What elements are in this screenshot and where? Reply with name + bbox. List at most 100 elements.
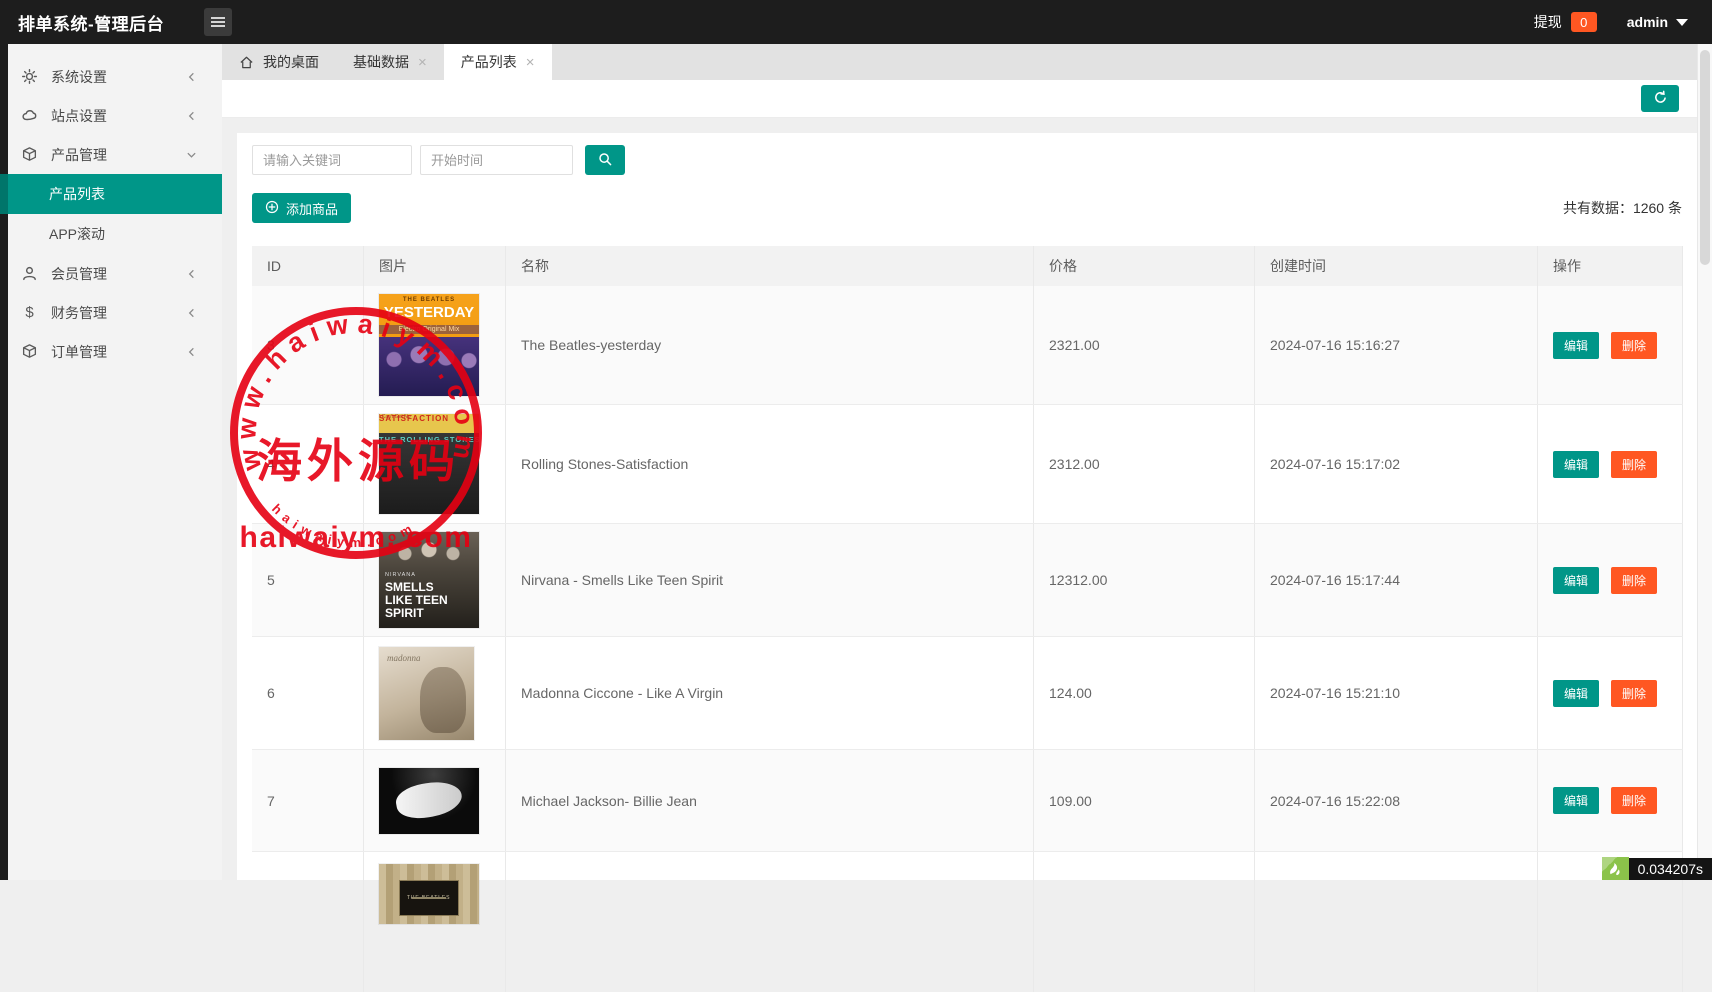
cell-name: Nirvana - Smells Like Teen Spirit	[506, 524, 1034, 636]
user-menu[interactable]: admin	[1627, 14, 1688, 30]
close-icon[interactable]: ×	[526, 55, 535, 70]
cell-image	[364, 750, 506, 851]
table-row: 7 Michael Jackson- Billie Jean 109.00 20…	[252, 750, 1683, 852]
cell-id	[252, 852, 364, 992]
sidebar-item-member-management[interactable]: 会员管理	[0, 254, 222, 293]
sidebar-item-label: APP滚动	[49, 226, 106, 242]
product-image: THE BEATLES YESTERDAY Electro Original M…	[379, 294, 479, 396]
refresh-button[interactable]	[1641, 85, 1679, 112]
search-row	[252, 145, 1682, 175]
cell-created: 2024-07-16 15:21:10	[1255, 637, 1538, 749]
leaf-flame-icon	[1601, 857, 1629, 880]
sidebar-item-site-settings[interactable]: 站点设置	[0, 96, 222, 135]
cell-price: 12312.00	[1034, 524, 1255, 636]
search-button[interactable]	[585, 145, 625, 175]
delete-button[interactable]: 删除	[1611, 679, 1658, 707]
product-list-panel: 添加商品 共有数据：1260 条 ID 图片 名称 价格 创建时间 操作 3 T…	[237, 133, 1697, 992]
sidebar-item-label: 系统设置	[51, 68, 107, 85]
tab-product-list[interactable]: 产品列表 ×	[443, 44, 552, 80]
scrollbar-track[interactable]	[1697, 44, 1712, 880]
edit-button[interactable]: 编辑	[1553, 787, 1600, 814]
cell-id: 6	[252, 637, 364, 749]
tab-basic-data[interactable]: 基础数据 ×	[336, 44, 444, 80]
tab-my-desktop[interactable]: 我的桌面	[222, 44, 336, 80]
tab-label: 我的桌面	[263, 54, 319, 70]
chevron-left-icon	[186, 110, 197, 121]
column-header: ID	[252, 246, 364, 286]
cell-created: 2024-07-16 15:17:02	[1255, 405, 1538, 523]
table-row: 3 THE BEATLES YESTERDAY Electro Original…	[252, 286, 1683, 405]
sidebar-toggle-button[interactable]	[204, 8, 232, 36]
delete-button[interactable]: 删除	[1611, 450, 1658, 478]
breadcrumb-toolbar	[222, 80, 1698, 118]
delete-button[interactable]: 删除	[1611, 787, 1658, 814]
edit-button[interactable]: 编辑	[1553, 679, 1600, 707]
cloud-icon	[21, 107, 38, 124]
scrollbar-thumb[interactable]	[1700, 50, 1710, 265]
cell-actions: 编辑 删除	[1538, 750, 1683, 851]
withdraw-menu[interactable]: 提现 0	[1534, 12, 1597, 32]
cell-price: 2312.00	[1034, 405, 1255, 523]
product-image: madonna	[379, 646, 474, 740]
column-header: 价格	[1034, 246, 1255, 286]
column-header: 创建时间	[1255, 246, 1538, 286]
tab-label: 基础数据	[353, 54, 409, 70]
elapsed-time: 0.034207s	[1628, 858, 1712, 880]
sidebar-item-system-settings[interactable]: 系统设置	[0, 57, 222, 96]
withdraw-count-badge: 0	[1570, 12, 1597, 32]
sidebar-item-label: 会员管理	[51, 265, 107, 282]
chevron-down-icon	[186, 149, 197, 160]
cell-name	[506, 852, 1034, 992]
sidebar-item-label: 财务管理	[51, 304, 107, 321]
edit-button[interactable]: 编辑	[1553, 450, 1600, 478]
column-header: 名称	[506, 246, 1034, 286]
hamburger-icon	[211, 15, 225, 29]
cell-price	[1034, 852, 1255, 992]
sidebar-item-label: 订单管理	[51, 343, 107, 360]
tab-label: 产品列表	[460, 54, 517, 70]
product-image: NIRVANA SMELLS LIKE TEEN SPIRIT	[379, 532, 479, 628]
plus-circle-icon	[265, 200, 279, 217]
product-image	[379, 767, 479, 834]
delete-button[interactable]: 删除	[1611, 566, 1658, 594]
sidebar-item-finance-management[interactable]: $ 财务管理	[0, 293, 222, 332]
product-image: I Can't Get No SATISFACTION THE ROLLING S…	[379, 414, 479, 514]
dollar-icon: $	[25, 304, 34, 321]
sidebar-item-label: 产品管理	[51, 146, 107, 163]
close-icon[interactable]: ×	[418, 55, 427, 70]
edit-button[interactable]: 编辑	[1553, 566, 1600, 594]
sidebar-item-product-management[interactable]: 产品管理	[0, 135, 222, 174]
tab-bar: 我的桌面 基础数据 × 产品列表 ×	[222, 44, 1698, 80]
sidebar-item-product-list[interactable]: 产品列表	[0, 174, 222, 214]
cell-created: 2024-07-16 15:16:27	[1255, 286, 1538, 404]
start-time-input[interactable]	[420, 145, 573, 175]
column-header: 操作	[1538, 246, 1683, 286]
cell-created: 2024-07-16 15:22:08	[1255, 750, 1538, 851]
column-header: 图片	[364, 246, 506, 286]
edit-button[interactable]: 编辑	[1553, 331, 1600, 359]
delete-button[interactable]: 删除	[1611, 331, 1658, 359]
cell-name: Rolling Stones-Satisfaction	[506, 405, 1034, 523]
table-row: 6 madonna Madonna Ciccone - Like A Virgi…	[252, 637, 1683, 750]
sidebar-item-app-scroll[interactable]: APP滚动	[0, 214, 222, 254]
add-product-button[interactable]: 添加商品	[252, 193, 352, 223]
cube-icon	[21, 146, 38, 163]
cell-name: Madonna Ciccone - Like A Virgin	[506, 637, 1034, 749]
chevron-left-icon	[186, 268, 197, 279]
cell-image: NIRVANA SMELLS LIKE TEEN SPIRIT	[364, 524, 506, 636]
table-row: 4 I Can't Get No SATISFACTION THE ROLLING…	[252, 405, 1683, 524]
app-title: 排单系统-管理后台	[18, 14, 165, 34]
sidebar-item-label: 站点设置	[51, 107, 107, 124]
chevron-left-icon	[186, 307, 197, 318]
chevron-down-icon	[1676, 18, 1688, 26]
table-actions-row: 添加商品 共有数据：1260 条	[252, 193, 1682, 223]
chevron-left-icon	[186, 346, 197, 357]
product-image: THE BEATLES	[379, 864, 479, 924]
table-row: 5 NIRVANA SMELLS LIKE TEEN SPIRIT Nirvan…	[252, 524, 1683, 637]
product-table: ID 图片 名称 价格 创建时间 操作 3 THE BEATLES YESTER…	[252, 246, 1683, 992]
sidebar-item-order-management[interactable]: 订单管理	[0, 332, 222, 371]
keyword-input[interactable]	[252, 145, 412, 175]
cell-price: 109.00	[1034, 750, 1255, 851]
table-row: THE BEATLES	[252, 852, 1683, 992]
total-count: 共有数据：1260 条	[1562, 200, 1682, 216]
